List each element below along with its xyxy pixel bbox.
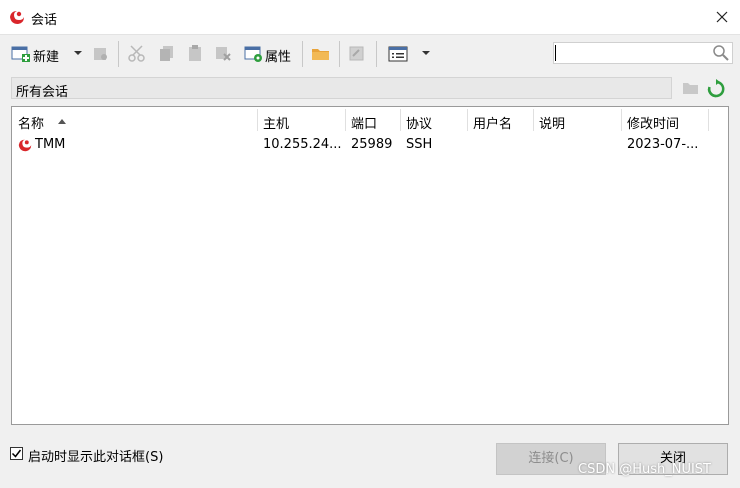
view-dropdown-arrow-icon[interactable] (422, 51, 430, 55)
column-header-port[interactable]: 端口 (345, 107, 400, 133)
new-session-icon (11, 46, 30, 62)
column-header-name[interactable]: 名称 (12, 107, 257, 133)
column-header-username[interactable]: 用户名 (467, 107, 533, 133)
session-list[interactable]: 名称 主机 端口 协议 用户名 说明 修改时间 TMM 10.255.24...… (11, 106, 729, 425)
session-icon (18, 139, 32, 152)
sort-ascending-icon (58, 119, 66, 124)
new-session-label: 新建 (33, 50, 60, 65)
delete-icon[interactable] (214, 43, 232, 65)
cell-name: TMM (35, 137, 66, 152)
view-mode-icon[interactable] (388, 43, 408, 65)
column-divider[interactable] (708, 109, 709, 131)
show-on-startup-checkbox[interactable] (10, 447, 23, 460)
session-path-bar: 所有会话 (11, 77, 672, 100)
text-caret (555, 45, 556, 61)
column-header-description[interactable]: 说明 (533, 107, 621, 133)
copy-icon[interactable] (158, 43, 176, 65)
export-icon[interactable] (348, 43, 366, 65)
cut-icon[interactable] (128, 43, 146, 65)
show-on-startup-label: 启动时显示此对话框(S) (28, 450, 164, 465)
search-input[interactable] (558, 44, 708, 62)
cell-modified: 2023-07-... (627, 137, 699, 152)
properties-icon (244, 46, 262, 62)
search-icon[interactable] (712, 44, 730, 62)
cell-protocol: SSH (406, 137, 433, 152)
cell-port: 25989 (351, 137, 393, 152)
column-header-host[interactable]: 主机 (257, 107, 345, 133)
cell-host: 10.255.24... (263, 137, 342, 152)
toolbar-separator (302, 41, 303, 67)
parent-folder-icon[interactable] (682, 79, 700, 97)
app-logo-icon (10, 11, 24, 24)
new-session-button[interactable]: 新建 (11, 43, 71, 65)
search-field[interactable] (553, 42, 733, 64)
session-open-icon[interactable] (92, 43, 110, 65)
watermark: CSDN @Hush_NUIST (578, 462, 711, 477)
close-window-icon[interactable] (710, 6, 734, 28)
column-header-modified[interactable]: 修改时间 (621, 107, 708, 133)
properties-button[interactable]: 属性 (244, 43, 298, 65)
folder-icon[interactable] (311, 43, 331, 65)
properties-label: 属性 (265, 50, 292, 65)
column-header-protocol[interactable]: 协议 (400, 107, 467, 133)
toolbar-separator (118, 41, 119, 67)
refresh-icon[interactable] (706, 79, 726, 99)
toolbar-separator (376, 41, 377, 67)
title-bar: 会话 (0, 0, 740, 34)
window-title: 会话 (31, 13, 58, 28)
table-row[interactable]: TMM 10.255.24... 25989 SSH 2023-07-... (12, 135, 728, 155)
path-label: 所有会话 (16, 85, 69, 100)
toolbar-separator (339, 41, 340, 67)
checkmark-icon (11, 449, 22, 458)
paste-icon[interactable] (186, 43, 204, 65)
new-dropdown-arrow-icon[interactable] (74, 51, 82, 55)
